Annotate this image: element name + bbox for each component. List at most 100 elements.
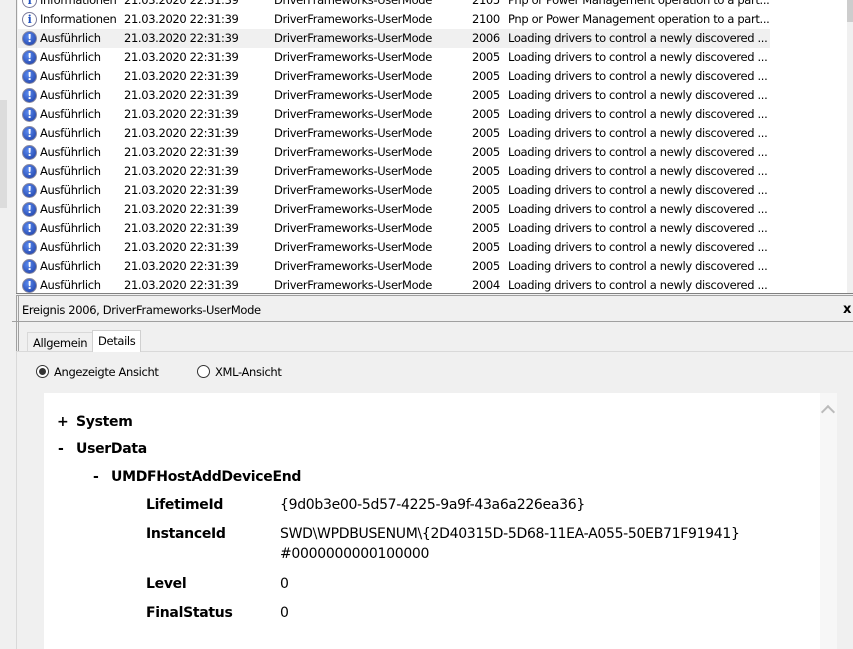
divider — [12, 321, 853, 322]
detail-scrollbar[interactable] — [820, 393, 837, 649]
event-list-scrollbar[interactable] — [847, 0, 853, 293]
field-name: Level — [146, 576, 187, 592]
description-cell: Loading drivers to control a newly disco… — [508, 145, 768, 159]
source-cell: DriverFrameworks-UserMode — [274, 164, 432, 178]
table-row[interactable]: ! Ausführlich 21.03.2020 22:31:39 DriverFra… — [18, 181, 770, 200]
source-cell: DriverFrameworks-UserMode — [274, 278, 432, 292]
description-cell: Pnp or Power Management operation to a p… — [508, 0, 770, 7]
radio-displayed-view[interactable]: Angezeigte Ansicht — [36, 365, 159, 379]
field-value-cont: #0000000000100000 — [280, 546, 430, 562]
info-icon: i — [22, 0, 37, 8]
event-id-cell: 2005 — [472, 88, 500, 102]
level-cell: Ausführlich — [40, 221, 101, 235]
date-cell: 21.03.2020 22:31:39 — [124, 145, 239, 159]
verbose-icon: ! — [22, 240, 37, 255]
description-cell: Loading drivers to control a newly disco… — [508, 88, 768, 102]
level-cell: Ausführlich — [40, 145, 101, 159]
tab-details[interactable]: Details — [92, 330, 142, 352]
verbose-icon: ! — [22, 183, 37, 198]
verbose-icon: ! — [22, 145, 37, 160]
date-cell: 21.03.2020 22:31:39 — [124, 31, 239, 45]
level-cell: Ausführlich — [40, 259, 101, 273]
table-row[interactable]: i Informationen 21.03.2020 22:31:39 DriverF… — [18, 0, 770, 10]
verbose-icon: ! — [22, 164, 37, 179]
chevron-up-icon[interactable] — [820, 404, 836, 420]
table-row[interactable]: ! Ausführlich 21.03.2020 22:31:39 DriverFra… — [18, 143, 770, 162]
source-cell: DriverFrameworks-UserMode — [274, 107, 432, 121]
date-cell: 21.03.2020 22:31:39 — [124, 240, 239, 254]
description-cell: Loading drivers to control a newly disco… — [508, 126, 768, 140]
field-value: 0 — [280, 576, 289, 592]
table-row[interactable]: ! Ausführlich 21.03.2020 22:31:39 DriverFra… — [18, 162, 770, 181]
field-value: 0 — [280, 605, 289, 621]
level-cell: Ausführlich — [40, 278, 101, 292]
source-cell: DriverFrameworks-UserMode — [274, 0, 432, 7]
source-cell: DriverFrameworks-UserMode — [274, 183, 432, 197]
level-cell: Ausführlich — [40, 88, 101, 102]
table-row[interactable]: ! Ausführlich 21.03.2020 22:31:39 DriverFra… — [18, 86, 770, 105]
pane-splitter[interactable] — [16, 293, 853, 296]
source-cell: DriverFrameworks-UserMode — [274, 50, 432, 64]
radio-xml-view[interactable]: XML-Ansicht — [197, 365, 282, 379]
source-cell: DriverFrameworks-UserMode — [274, 259, 432, 273]
table-row[interactable]: ! Ausführlich 21.03.2020 22:31:39 DriverFra… — [18, 257, 770, 276]
event-id-cell: 2005 — [472, 69, 500, 83]
verbose-icon: ! — [22, 69, 37, 84]
event-id-cell: 2005 — [472, 107, 500, 121]
level-cell: Ausführlich — [40, 107, 101, 121]
verbose-icon: ! — [22, 221, 37, 236]
description-cell: Loading drivers to control a newly disco… — [508, 221, 768, 235]
description-cell: Loading drivers to control a newly disco… — [508, 183, 768, 197]
toggle-userdata[interactable]: - — [58, 441, 64, 457]
description-cell: Loading drivers to control a newly disco… — [508, 240, 768, 254]
verbose-icon: ! — [22, 259, 37, 274]
table-row[interactable]: ! Ausführlich 21.03.2020 22:31:39 DriverFra… — [18, 29, 770, 48]
description-cell: Pnp or Power Management operation to a p… — [508, 12, 770, 26]
source-cell: DriverFrameworks-UserMode — [274, 126, 432, 140]
table-row[interactable]: ! Ausführlich 21.03.2020 22:31:39 DriverFra… — [18, 200, 770, 219]
event-id-cell: 2005 — [472, 259, 500, 273]
table-row[interactable]: ! Ausführlich 21.03.2020 22:31:39 DriverFra… — [18, 124, 770, 143]
table-row[interactable]: ! Ausführlich 21.03.2020 22:31:39 DriverFra… — [18, 238, 770, 257]
info-icon: i — [22, 12, 37, 27]
verbose-icon: ! — [22, 88, 37, 103]
date-cell: 21.03.2020 22:31:39 — [124, 164, 239, 178]
tab-allgemein[interactable]: Allgemein — [27, 332, 94, 352]
table-row[interactable]: ! Ausführlich 21.03.2020 22:31:39 DriverFra… — [18, 219, 770, 238]
left-pane-scroll[interactable] — [0, 100, 7, 208]
event-id-cell: 2005 — [472, 126, 500, 140]
event-id-cell: 2005 — [472, 145, 500, 159]
table-row[interactable]: ! Ausführlich 21.03.2020 22:31:39 DriverFra… — [18, 105, 770, 124]
toggle-umdf[interactable]: - — [93, 469, 99, 485]
level-cell: Ausführlich — [40, 69, 101, 83]
source-cell: DriverFrameworks-UserMode — [274, 221, 432, 235]
event-id-cell: 2005 — [472, 221, 500, 235]
description-cell: Loading drivers to control a newly disco… — [508, 278, 768, 292]
description-cell: Loading drivers to control a newly disco… — [508, 31, 768, 45]
table-row[interactable]: ! Ausführlich 21.03.2020 22:31:39 DriverFra… — [18, 276, 770, 293]
verbose-icon: ! — [22, 278, 37, 293]
level-cell: Ausführlich — [40, 240, 101, 254]
node-umdf: UMDFHostAddDeviceEnd — [111, 469, 302, 485]
table-row[interactable]: ! Ausführlich 21.03.2020 22:31:39 DriverFra… — [18, 48, 770, 67]
level-cell: Ausführlich — [40, 183, 101, 197]
close-icon[interactable]: x — [843, 302, 851, 317]
level-cell: Ausführlich — [40, 31, 101, 45]
date-cell: 21.03.2020 22:31:39 — [124, 12, 239, 26]
source-cell: DriverFrameworks-UserMode — [274, 202, 432, 216]
verbose-icon: ! — [22, 202, 37, 217]
event-id-cell: 2005 — [472, 240, 500, 254]
date-cell: 21.03.2020 22:31:39 — [124, 126, 239, 140]
verbose-icon: ! — [22, 107, 37, 122]
level-cell: Ausführlich — [40, 126, 101, 140]
event-id-cell: 2005 — [472, 50, 500, 64]
level-cell: Ausführlich — [40, 164, 101, 178]
table-row[interactable]: ! Ausführlich 21.03.2020 22:31:39 DriverFra… — [18, 67, 770, 86]
table-row[interactable]: i Informationen 21.03.2020 22:31:39 DriverF… — [18, 10, 770, 29]
date-cell: 21.03.2020 22:31:39 — [124, 202, 239, 216]
date-cell: 21.03.2020 22:31:39 — [124, 278, 239, 292]
date-cell: 21.03.2020 22:31:39 — [124, 88, 239, 102]
scrollbar-thumb[interactable] — [847, 0, 853, 22]
toggle-system[interactable]: + — [57, 414, 69, 430]
event-list[interactable]: i Informationen 21.03.2020 22:31:39 DriverF… — [18, 0, 847, 293]
